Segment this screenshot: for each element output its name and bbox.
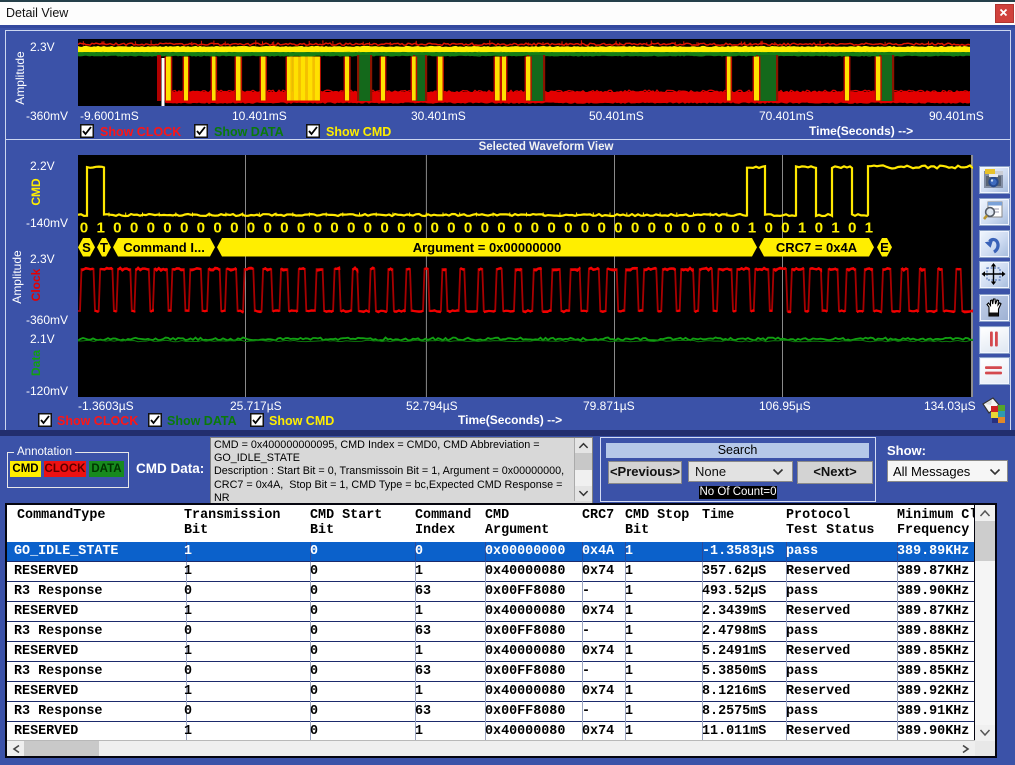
svg-text:0: 0	[147, 220, 155, 237]
svg-text:S: S	[82, 240, 91, 255]
svg-text:0: 0	[263, 220, 271, 237]
svg-text:0: 0	[464, 220, 472, 237]
svg-text:0: 0	[197, 220, 205, 237]
svg-text:0: 0	[213, 220, 221, 237]
svg-text:1: 1	[748, 220, 757, 237]
svg-text:E: E	[880, 240, 889, 255]
svg-text:0: 0	[597, 220, 605, 237]
svg-text:0: 0	[430, 220, 438, 237]
svg-text:T: T	[100, 240, 108, 255]
svg-text:0: 0	[80, 220, 88, 237]
svg-text:0: 0	[380, 220, 388, 237]
svg-text:0: 0	[815, 220, 823, 237]
svg-text:0: 0	[614, 220, 622, 237]
svg-text:0: 0	[130, 220, 138, 237]
svg-text:1: 1	[865, 220, 874, 237]
svg-text:0: 0	[163, 220, 171, 237]
svg-text:Argument = 0x00000000: Argument = 0x00000000	[413, 240, 562, 255]
svg-text:1: 1	[831, 220, 840, 237]
svg-text:0: 0	[481, 220, 489, 237]
svg-text:0: 0	[280, 220, 288, 237]
svg-text:0: 0	[113, 220, 121, 237]
svg-text:1: 1	[798, 220, 807, 237]
svg-text:0: 0	[681, 220, 689, 237]
svg-text:0: 0	[414, 220, 422, 237]
svg-text:0: 0	[397, 220, 405, 237]
svg-text:0: 0	[648, 220, 656, 237]
svg-text:0: 0	[781, 220, 789, 237]
svg-text:0: 0	[180, 220, 188, 237]
svg-text:Command I...: Command I...	[123, 240, 205, 255]
svg-text:0: 0	[330, 220, 338, 237]
svg-text:0: 0	[247, 220, 255, 237]
svg-text:0: 0	[297, 220, 305, 237]
svg-text:0: 0	[547, 220, 555, 237]
svg-text:0: 0	[514, 220, 522, 237]
svg-text:0: 0	[347, 220, 355, 237]
svg-text:1: 1	[96, 220, 105, 237]
svg-text:0: 0	[731, 220, 739, 237]
svg-text:CRC7 = 0x4A: CRC7 = 0x4A	[776, 240, 858, 255]
svg-text:0: 0	[364, 220, 372, 237]
svg-text:0: 0	[564, 220, 572, 237]
svg-text:0: 0	[698, 220, 706, 237]
svg-text:0: 0	[581, 220, 589, 237]
svg-text:0: 0	[764, 220, 772, 237]
svg-text:0: 0	[664, 220, 672, 237]
svg-text:0: 0	[848, 220, 856, 237]
svg-text:0: 0	[531, 220, 539, 237]
svg-text:0: 0	[447, 220, 455, 237]
svg-text:0: 0	[314, 220, 322, 237]
svg-text:0: 0	[230, 220, 238, 237]
svg-text:0: 0	[714, 220, 722, 237]
svg-text:0: 0	[497, 220, 505, 237]
svg-text:0: 0	[631, 220, 639, 237]
